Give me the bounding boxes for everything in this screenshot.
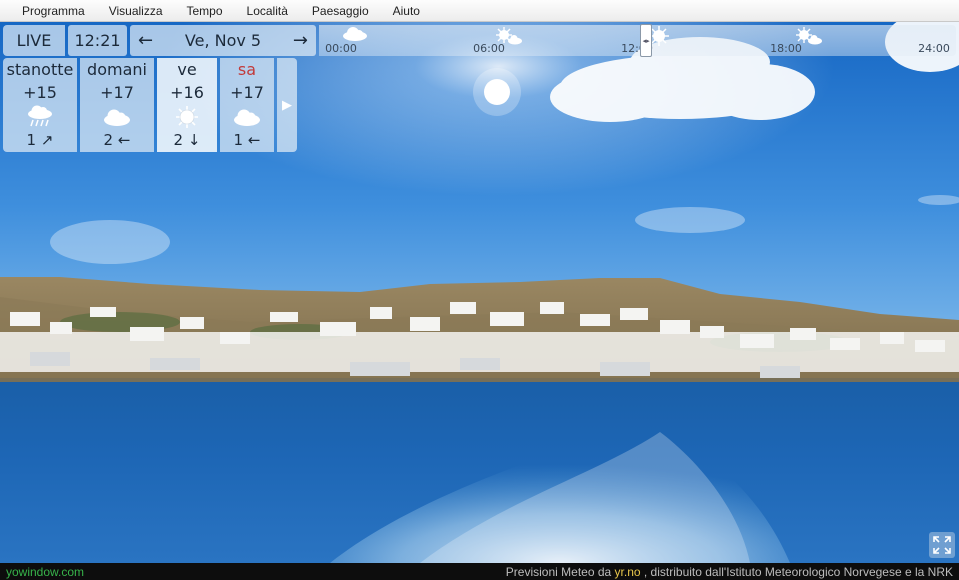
day-name: domani [87,60,147,79]
menu-aiuto[interactable]: Aiuto [381,0,432,22]
menu-paesaggio[interactable]: Paesaggio [300,0,381,22]
fullscreen-icon [933,536,951,554]
day-temperature: +17 [230,83,264,102]
yrno-link[interactable]: yr.no [615,565,641,579]
current-date: Ve, Nov 5 [184,31,262,50]
fullscreen-button[interactable] [929,532,955,558]
forecast-day-friday[interactable]: ve +16 2 ↓ [157,58,217,152]
credit-prefix: Previsioni Meteo da [505,564,615,579]
credit-text: Previsioni Meteo da yr.no , distribuito … [506,565,953,579]
cloud-rain-icon [25,105,55,129]
date-navigator: ← Ve, Nov 5 → [130,25,316,56]
day-name: stanotte [6,60,74,79]
footer: yowindow.com Previsioni Meteo da yr.no ,… [0,563,959,580]
play-right-icon: ▶ [282,97,292,113]
day-temperature: +17 [100,83,134,102]
forecast-day-saturday[interactable]: sa +17 1 ← [220,58,274,152]
live-button[interactable]: LIVE [3,25,65,56]
timeline-partly-sunny-icon [494,26,524,50]
day-wind: 1 ↗ [26,131,54,149]
menu-programma[interactable]: Programma [10,0,97,22]
next-day-arrow-icon[interactable]: → [293,31,308,50]
current-time: 12:21 [68,25,127,56]
day-name: sa [237,60,257,79]
forecast-panel: stanotte +15 1 ↗ domani +17 2 ← ve +16 2… [3,58,297,152]
menu-bar: Programma Visualizza Tempo Località Paes… [0,0,959,22]
menu-visualizza[interactable]: Visualizza [97,0,175,22]
cloud-icon [232,105,262,129]
timeline-label-2400: 24:00 [918,42,950,55]
menu-localita[interactable]: Località [235,0,300,22]
top-panel: LIVE 12:21 ← Ve, Nov 5 → 00:00 06:00 12:… [3,24,956,57]
timeline-partly-sunny-icon-2 [794,26,824,50]
prev-day-arrow-icon[interactable]: ← [138,31,153,50]
day-wind: 2 ↓ [173,131,201,149]
day-name: ve [177,60,197,79]
timeline-slider[interactable]: 00:00 06:00 12:00 18:00 24:00 ◂▸ [319,24,956,57]
timeline-cloud-icon [341,26,369,46]
forecast-day-tonight[interactable]: stanotte +15 1 ↗ [3,58,77,152]
forecast-day-tomorrow[interactable]: domani +17 2 ← [80,58,154,152]
day-temperature: +15 [23,83,57,102]
timeline-handle[interactable]: ◂▸ [640,24,653,57]
credit-suffix: , distribuito dall'Istituto Meteorologic… [643,564,953,579]
forecast-next-button[interactable]: ▶ [277,58,297,152]
brand-link[interactable]: yowindow.com [6,565,84,579]
day-wind: 2 ← [103,131,131,149]
day-wind: 1 ← [233,131,261,149]
sun-icon [175,105,199,129]
menu-tempo[interactable]: Tempo [175,0,235,22]
day-temperature: +16 [170,83,204,102]
cloud-icon [102,105,132,129]
